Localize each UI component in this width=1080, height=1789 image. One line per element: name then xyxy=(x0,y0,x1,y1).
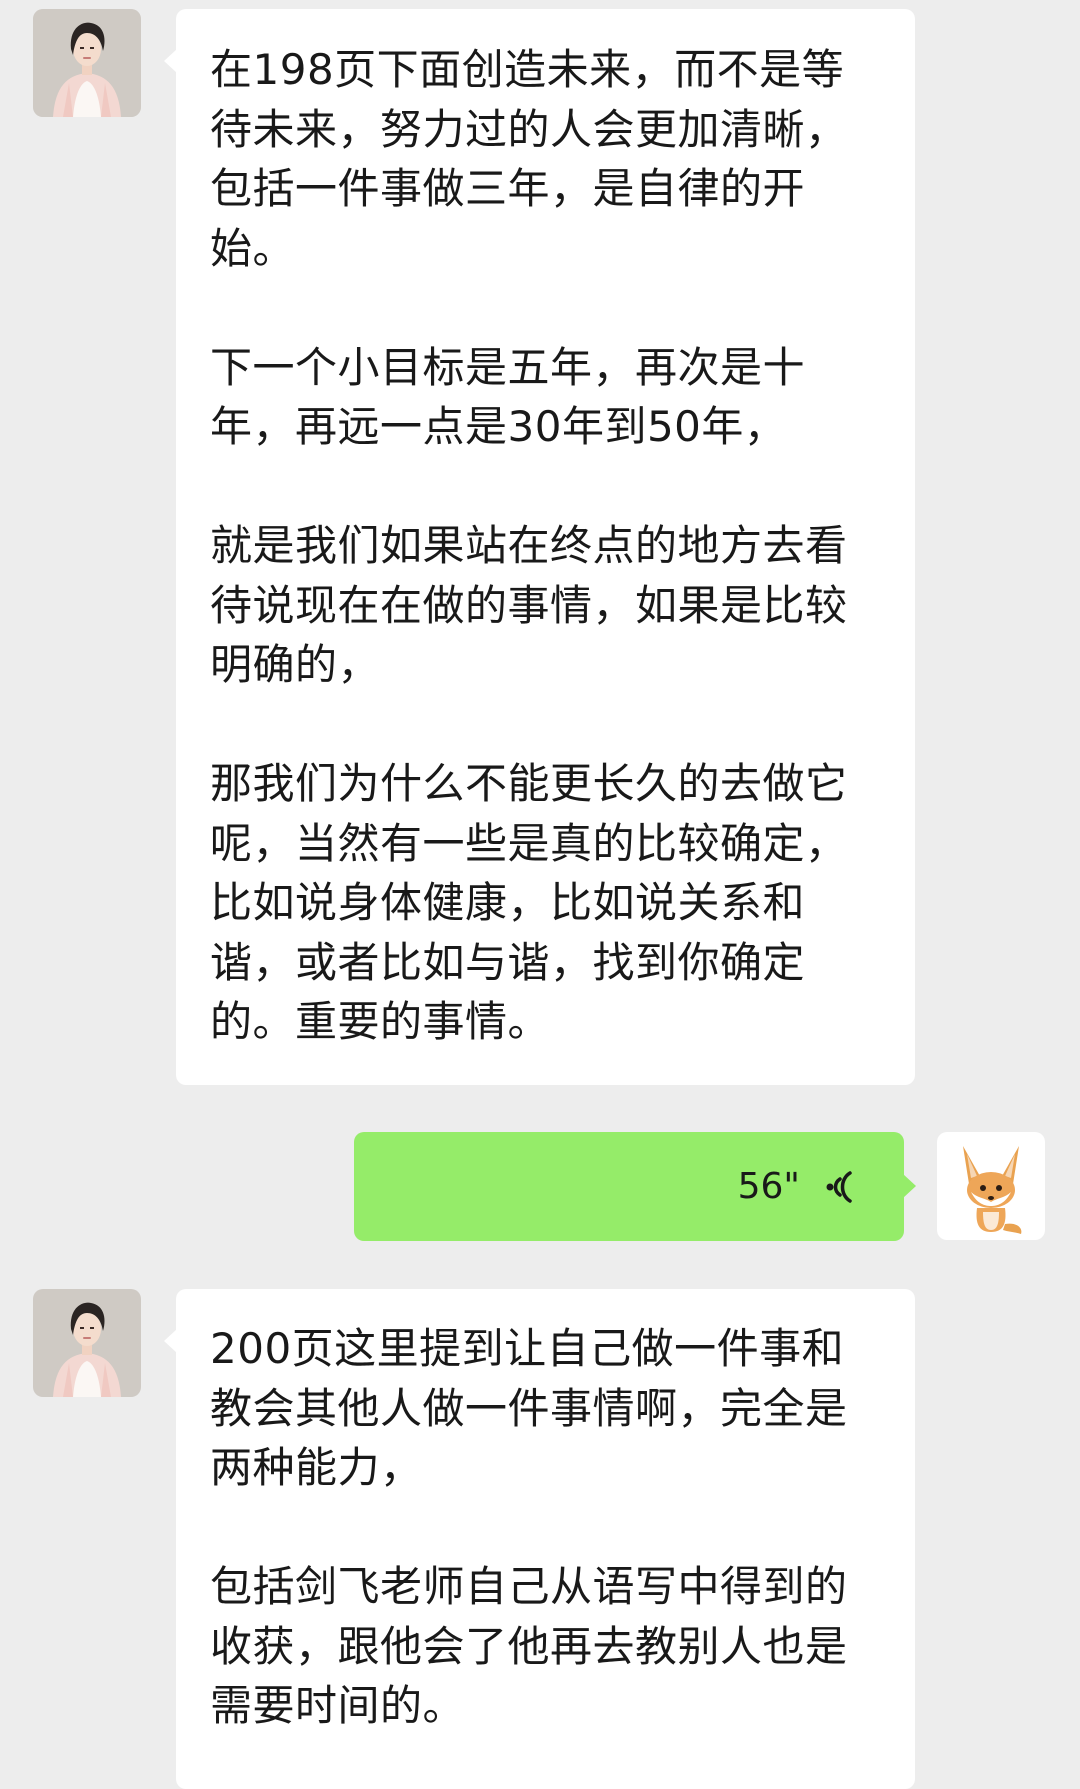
voice-message-bubble[interactable]: 56" xyxy=(354,1132,916,1241)
sender-avatar[interactable] xyxy=(33,9,141,117)
voice-wave-icon xyxy=(822,1167,856,1207)
message-paragraph: 那我们为什么不能更长久的去做它 呢，当然有一些是真的比较确定， 比如说身体健康，… xyxy=(210,759,848,1046)
message-paragraph: 包括剑飞老师自己从语写中得到的 收获，跟他会了他再去教别人也是 需要时间的。 xyxy=(210,1562,848,1730)
message-paragraph: 在198页下面创造未来，而不是等 待未来，努力过的人会更加清晰， 包括一件事做三… xyxy=(210,45,848,273)
message-paragraph: 200页这里提到让自己做一件事和 教会其他人做一件事情啊，完全是 两种能力， xyxy=(210,1324,848,1492)
woman-portrait-avatar-icon xyxy=(33,9,141,117)
bubble-tail xyxy=(903,1174,916,1198)
bubble-tail xyxy=(164,49,177,73)
voice-duration: 56" xyxy=(737,1166,800,1207)
message-paragraph: 就是我们如果站在终点的地方去看 待说现在在做的事情，如果是比较 明确的， xyxy=(210,521,848,689)
message-paragraph: 下一个小目标是五年，再次是十 年，再远一点是30年到50年， xyxy=(210,342,806,452)
message-bubble-incoming[interactable]: 200页这里提到让自己做一件事和 教会其他人做一件事情啊，完全是 两种能力， 包… xyxy=(164,1289,915,1789)
woman-portrait-avatar-icon xyxy=(33,1289,141,1397)
fox-avatar-icon xyxy=(937,1132,1045,1240)
sender-avatar[interactable] xyxy=(33,1289,141,1397)
self-avatar[interactable] xyxy=(937,1132,1045,1240)
message-bubble-incoming[interactable]: 在198页下面创造未来，而不是等 待未来，努力过的人会更加清晰， 包括一件事做三… xyxy=(164,9,915,1085)
bubble-tail xyxy=(164,1329,177,1353)
